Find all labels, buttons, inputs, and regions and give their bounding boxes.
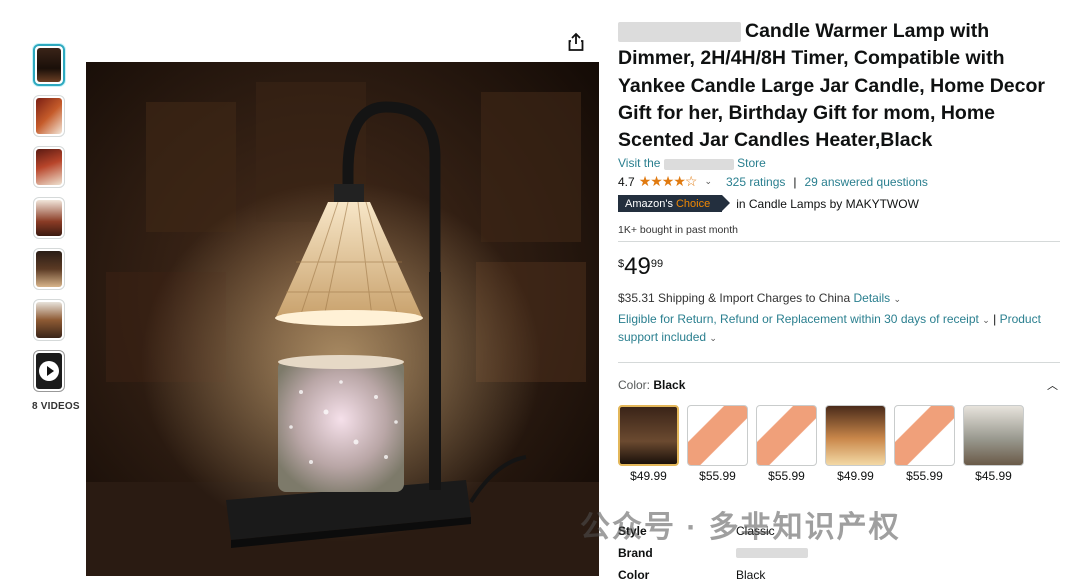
redacted-brand-value [736,548,808,558]
badge-category: in Candle Lamps by MAKYTWOW [736,196,919,211]
color-swatches: $49.99 $55.99 $55.99 $49.99 $55.99 $45.9… [618,405,1062,483]
swatch-price: $55.99 [699,469,736,484]
swatch-2[interactable]: $55.99 [687,405,748,483]
share-icon[interactable] [566,32,586,52]
returns-info: Eligible for Return, Refund or Replaceme… [618,311,1060,347]
shipping-details-link[interactable]: Details [854,291,891,305]
swatch-price: $55.99 [906,469,943,484]
bought-count: 1K+ bought in past month [618,224,738,237]
watermark-text: 公众号 · 多芈知识产权 [580,511,901,544]
swatch-price: $49.99 [630,469,667,484]
color-value: Black [653,378,686,393]
color-selector-header[interactable]: Color: Black ︿ [618,377,1058,393]
thumbnail-5[interactable] [33,248,65,290]
store-link[interactable]: Visit the Store [618,156,1062,170]
amazons-choice-row: Amazon's Choice in Candle Lamps by MAKYTW… [618,195,1062,213]
chevron-down-icon[interactable]: ⌄ [982,315,990,325]
product-support-link-cont[interactable]: support included [618,330,706,344]
separator: | [993,312,997,327]
separator: | [793,174,797,189]
amazons-choice-badge[interactable]: Amazon's Choice [618,195,731,213]
thumbnail-video[interactable] [33,350,65,392]
price-whole: 49 [624,253,651,281]
swatch-6[interactable]: $45.99 [963,405,1024,483]
color-label: Color: [618,378,651,393]
swatch-price: $55.99 [768,469,805,484]
thumbnail-6[interactable] [33,299,65,341]
star-rating-icon[interactable]: ★★★★☆ [639,173,698,190]
redacted-store [663,158,734,170]
swatch-image [825,405,886,467]
product-details: Candle Warmer Lamp with Dimmer, 2H/4H/8H… [618,18,1062,582]
swatch-1[interactable]: $49.99 [618,405,679,483]
questions-link[interactable]: 29 answered questions [805,175,928,189]
swatch-image [756,405,817,467]
badge-choice: Choice [675,197,711,210]
ratings-link[interactable]: 325 ratings [726,175,785,189]
swatch-3[interactable]: $55.99 [756,405,817,483]
videos-count-label: 8 VIDEOS [32,401,80,412]
shipping-text: $35.31 Shipping & Import Charges to Chin… [618,291,851,306]
badge-amazons: Amazon's [625,197,673,210]
chevron-up-icon[interactable]: ︿ [1047,377,1058,393]
thumbnail-1[interactable] [33,44,65,86]
thumbnail-3[interactable] [33,146,65,188]
swatch-image [687,405,748,467]
thumbnail-list: 8 VIDEOS [32,44,80,412]
swatch-image [963,405,1024,467]
chevron-down-icon[interactable]: ⌄ [709,333,717,343]
swatch-image [618,405,679,467]
swatch-image [894,405,955,467]
store-suffix: Store [737,156,766,171]
attr-label-color: Color [618,568,650,582]
thumbnail-2[interactable] [33,95,65,137]
main-product-image[interactable] [86,62,599,576]
swatch-4[interactable]: $49.99 [825,405,886,483]
rating-value: 4.7 [618,174,635,189]
store-prefix: Visit the [618,156,661,171]
rating-row: 4.7 ★★★★☆ ⌄ 325 ratings | 29 answered qu… [618,173,1062,190]
play-icon [39,361,59,381]
divider [618,362,1060,364]
swatch-5[interactable]: $55.99 [894,405,955,483]
product-title: Candle Warmer Lamp with Dimmer, 2H/4H/8H… [618,18,1062,154]
divider [618,241,1060,243]
attr-label-brand: Brand [618,546,653,560]
chevron-down-icon[interactable]: ⌄ [704,176,712,187]
price-fraction: 99 [650,258,664,271]
product-support-link[interactable]: Product [1000,312,1041,326]
chevron-down-icon[interactable]: ⌄ [894,294,902,304]
price: $ 49 99 [618,253,1062,281]
attr-value-color: Black [736,568,766,582]
thumbnail-4[interactable] [33,197,65,239]
redacted-brand [618,21,741,42]
swatch-price: $49.99 [837,469,874,484]
swatch-price: $45.99 [975,469,1012,484]
returns-link[interactable]: Eligible for Return, Refund or Replaceme… [618,312,979,326]
shipping-info: $35.31 Shipping & Import Charges to Chin… [618,291,1062,305]
